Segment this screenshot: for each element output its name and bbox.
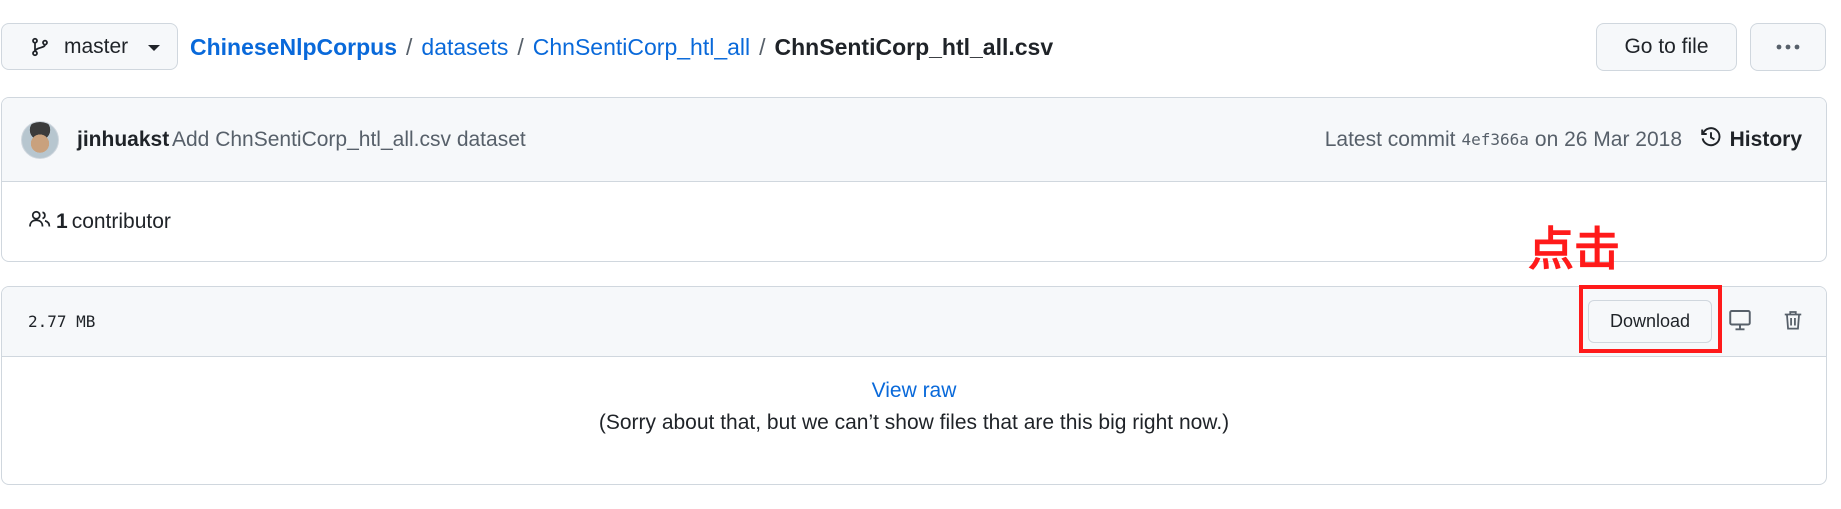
commit-author-link[interactable]: jinhuakst xyxy=(77,98,169,181)
breadcrumb-current-file: ChnSentiCorp_htl_all.csv xyxy=(774,33,1054,60)
file-view-page: master ChineseNlpCorpus / datasets / Chn… xyxy=(0,0,1841,509)
breadcrumb-repo-link[interactable]: ChineseNlpCorpus xyxy=(190,34,397,61)
history-icon xyxy=(1700,126,1722,154)
avatar[interactable] xyxy=(21,121,59,159)
go-to-file-button[interactable]: Go to file xyxy=(1596,23,1737,71)
breadcrumb: ChineseNlpCorpus / datasets / ChnSentiCo… xyxy=(190,22,1053,72)
commit-meta: Latest commit 4ef366a on 26 Mar 2018 xyxy=(1325,98,1682,181)
breadcrumb-folder-link[interactable]: ChnSentiCorp_htl_all xyxy=(533,34,750,61)
breadcrumb-datasets-link[interactable]: datasets xyxy=(421,34,508,61)
trash-icon xyxy=(1782,308,1804,337)
people-icon xyxy=(28,209,52,235)
latest-commit-label: Latest commit xyxy=(1324,127,1456,151)
commit-date: on 26 Mar 2018 xyxy=(1534,127,1682,151)
file-too-large-message: (Sorry about that, but we can’t show fil… xyxy=(598,411,1230,434)
file-header: 2.77 MB Download xyxy=(2,287,1826,357)
delete-file-button[interactable] xyxy=(1778,307,1808,337)
commit-sha-link[interactable]: 4ef366a xyxy=(1461,130,1528,149)
history-link[interactable]: History xyxy=(1700,98,1802,181)
branch-name: master xyxy=(64,34,129,58)
file-body: View raw (Sorry about that, but we can’t… xyxy=(2,357,1826,484)
kebab-horizontal-icon xyxy=(1775,38,1801,56)
breadcrumb-separator: / xyxy=(759,33,766,60)
history-label: History xyxy=(1729,127,1802,151)
chevron-down-icon xyxy=(148,44,161,51)
annotation-highlight-box xyxy=(1579,285,1722,353)
open-desktop-button[interactable] xyxy=(1725,307,1755,337)
latest-commit-row: jinhuakst Add ChnSentiCorp_htl_all.csv d… xyxy=(2,98,1826,182)
git-branch-icon xyxy=(30,36,50,58)
view-raw-link[interactable]: View raw xyxy=(872,379,957,402)
branch-selector-button[interactable]: master xyxy=(1,23,178,70)
desktop-icon xyxy=(1727,308,1753,337)
file-size: 2.77 MB xyxy=(28,312,96,331)
commit-message-link[interactable]: Add ChnSentiCorp_htl_all.csv dataset xyxy=(172,98,526,181)
breadcrumb-separator: / xyxy=(517,33,524,60)
contributor-label: contributor xyxy=(71,210,171,233)
file-navigation-bar: master ChineseNlpCorpus / datasets / Chn… xyxy=(0,22,1829,72)
annotation-click-label: 点击 xyxy=(1528,222,1620,276)
contributor-count: 1 xyxy=(56,210,68,233)
file-content-box: 2.77 MB Download View raw (Sorry about t… xyxy=(1,286,1827,485)
breadcrumb-separator: / xyxy=(406,33,413,60)
more-options-button[interactable] xyxy=(1750,23,1826,71)
